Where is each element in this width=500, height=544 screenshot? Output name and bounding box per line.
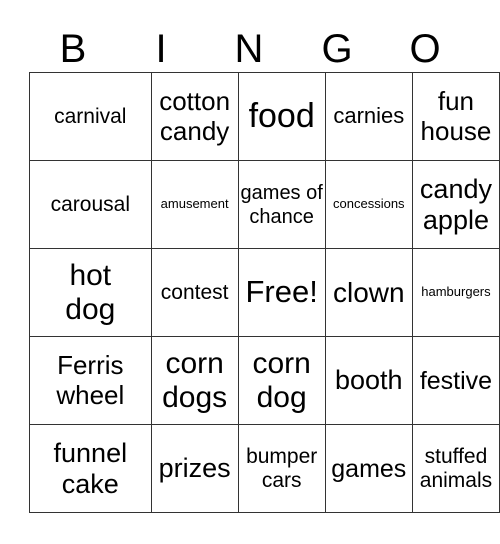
grid-row: Ferris wheel corn dogs corn dog booth fe… (29, 336, 500, 425)
header-letter-o: O (409, 27, 441, 71)
bingo-cell[interactable]: carnies (324, 72, 413, 161)
bingo-cell[interactable]: concessions (324, 160, 413, 249)
bingo-cell[interactable]: hamburgers (411, 248, 500, 337)
grid-row: funnel cake prizes bumper cars games stu… (29, 424, 500, 513)
bingo-cell[interactable]: fun house (411, 72, 500, 161)
bingo-grid: carnival cotton candy food carnies fun h… (29, 72, 500, 513)
header-letter-b: B (59, 27, 87, 71)
bingo-cell[interactable]: candy apple (411, 160, 500, 249)
grid-row: carousal amusement games of chance conce… (29, 160, 500, 249)
header-letter-i: I (155, 27, 167, 71)
bingo-header: B I N G O (29, 26, 469, 72)
bingo-cell[interactable]: carousal (29, 160, 152, 249)
header-letter-n: N (234, 27, 264, 71)
bingo-cell[interactable]: carnival (29, 72, 152, 161)
grid-row: hot dog contest Free! clown hamburgers (29, 248, 500, 337)
bingo-cell[interactable]: cotton candy (150, 72, 239, 161)
free-space[interactable]: Free! (237, 248, 326, 337)
grid-row: carnival cotton candy food carnies fun h… (29, 72, 500, 161)
bingo-cell[interactable]: games (324, 424, 413, 513)
bingo-cell[interactable]: food (237, 72, 326, 161)
bingo-cell[interactable]: hot dog (29, 248, 152, 337)
bingo-cell[interactable]: corn dog (237, 336, 326, 425)
bingo-cell[interactable]: contest (150, 248, 239, 337)
bingo-cell[interactable]: bumper cars (237, 424, 326, 513)
bingo-cell[interactable]: Ferris wheel (29, 336, 152, 425)
bingo-cell[interactable]: stuffed animals (411, 424, 500, 513)
bingo-cell[interactable]: funnel cake (29, 424, 152, 513)
bingo-cell[interactable]: booth (324, 336, 413, 425)
bingo-cell[interactable]: clown (324, 248, 413, 337)
bingo-cell[interactable]: festive (411, 336, 500, 425)
header-letter-g: G (321, 27, 353, 71)
bingo-cell[interactable]: prizes (150, 424, 239, 513)
bingo-cell[interactable]: games of chance (237, 160, 326, 249)
bingo-cell[interactable]: amusement (150, 160, 239, 249)
bingo-cell[interactable]: corn dogs (150, 336, 239, 425)
